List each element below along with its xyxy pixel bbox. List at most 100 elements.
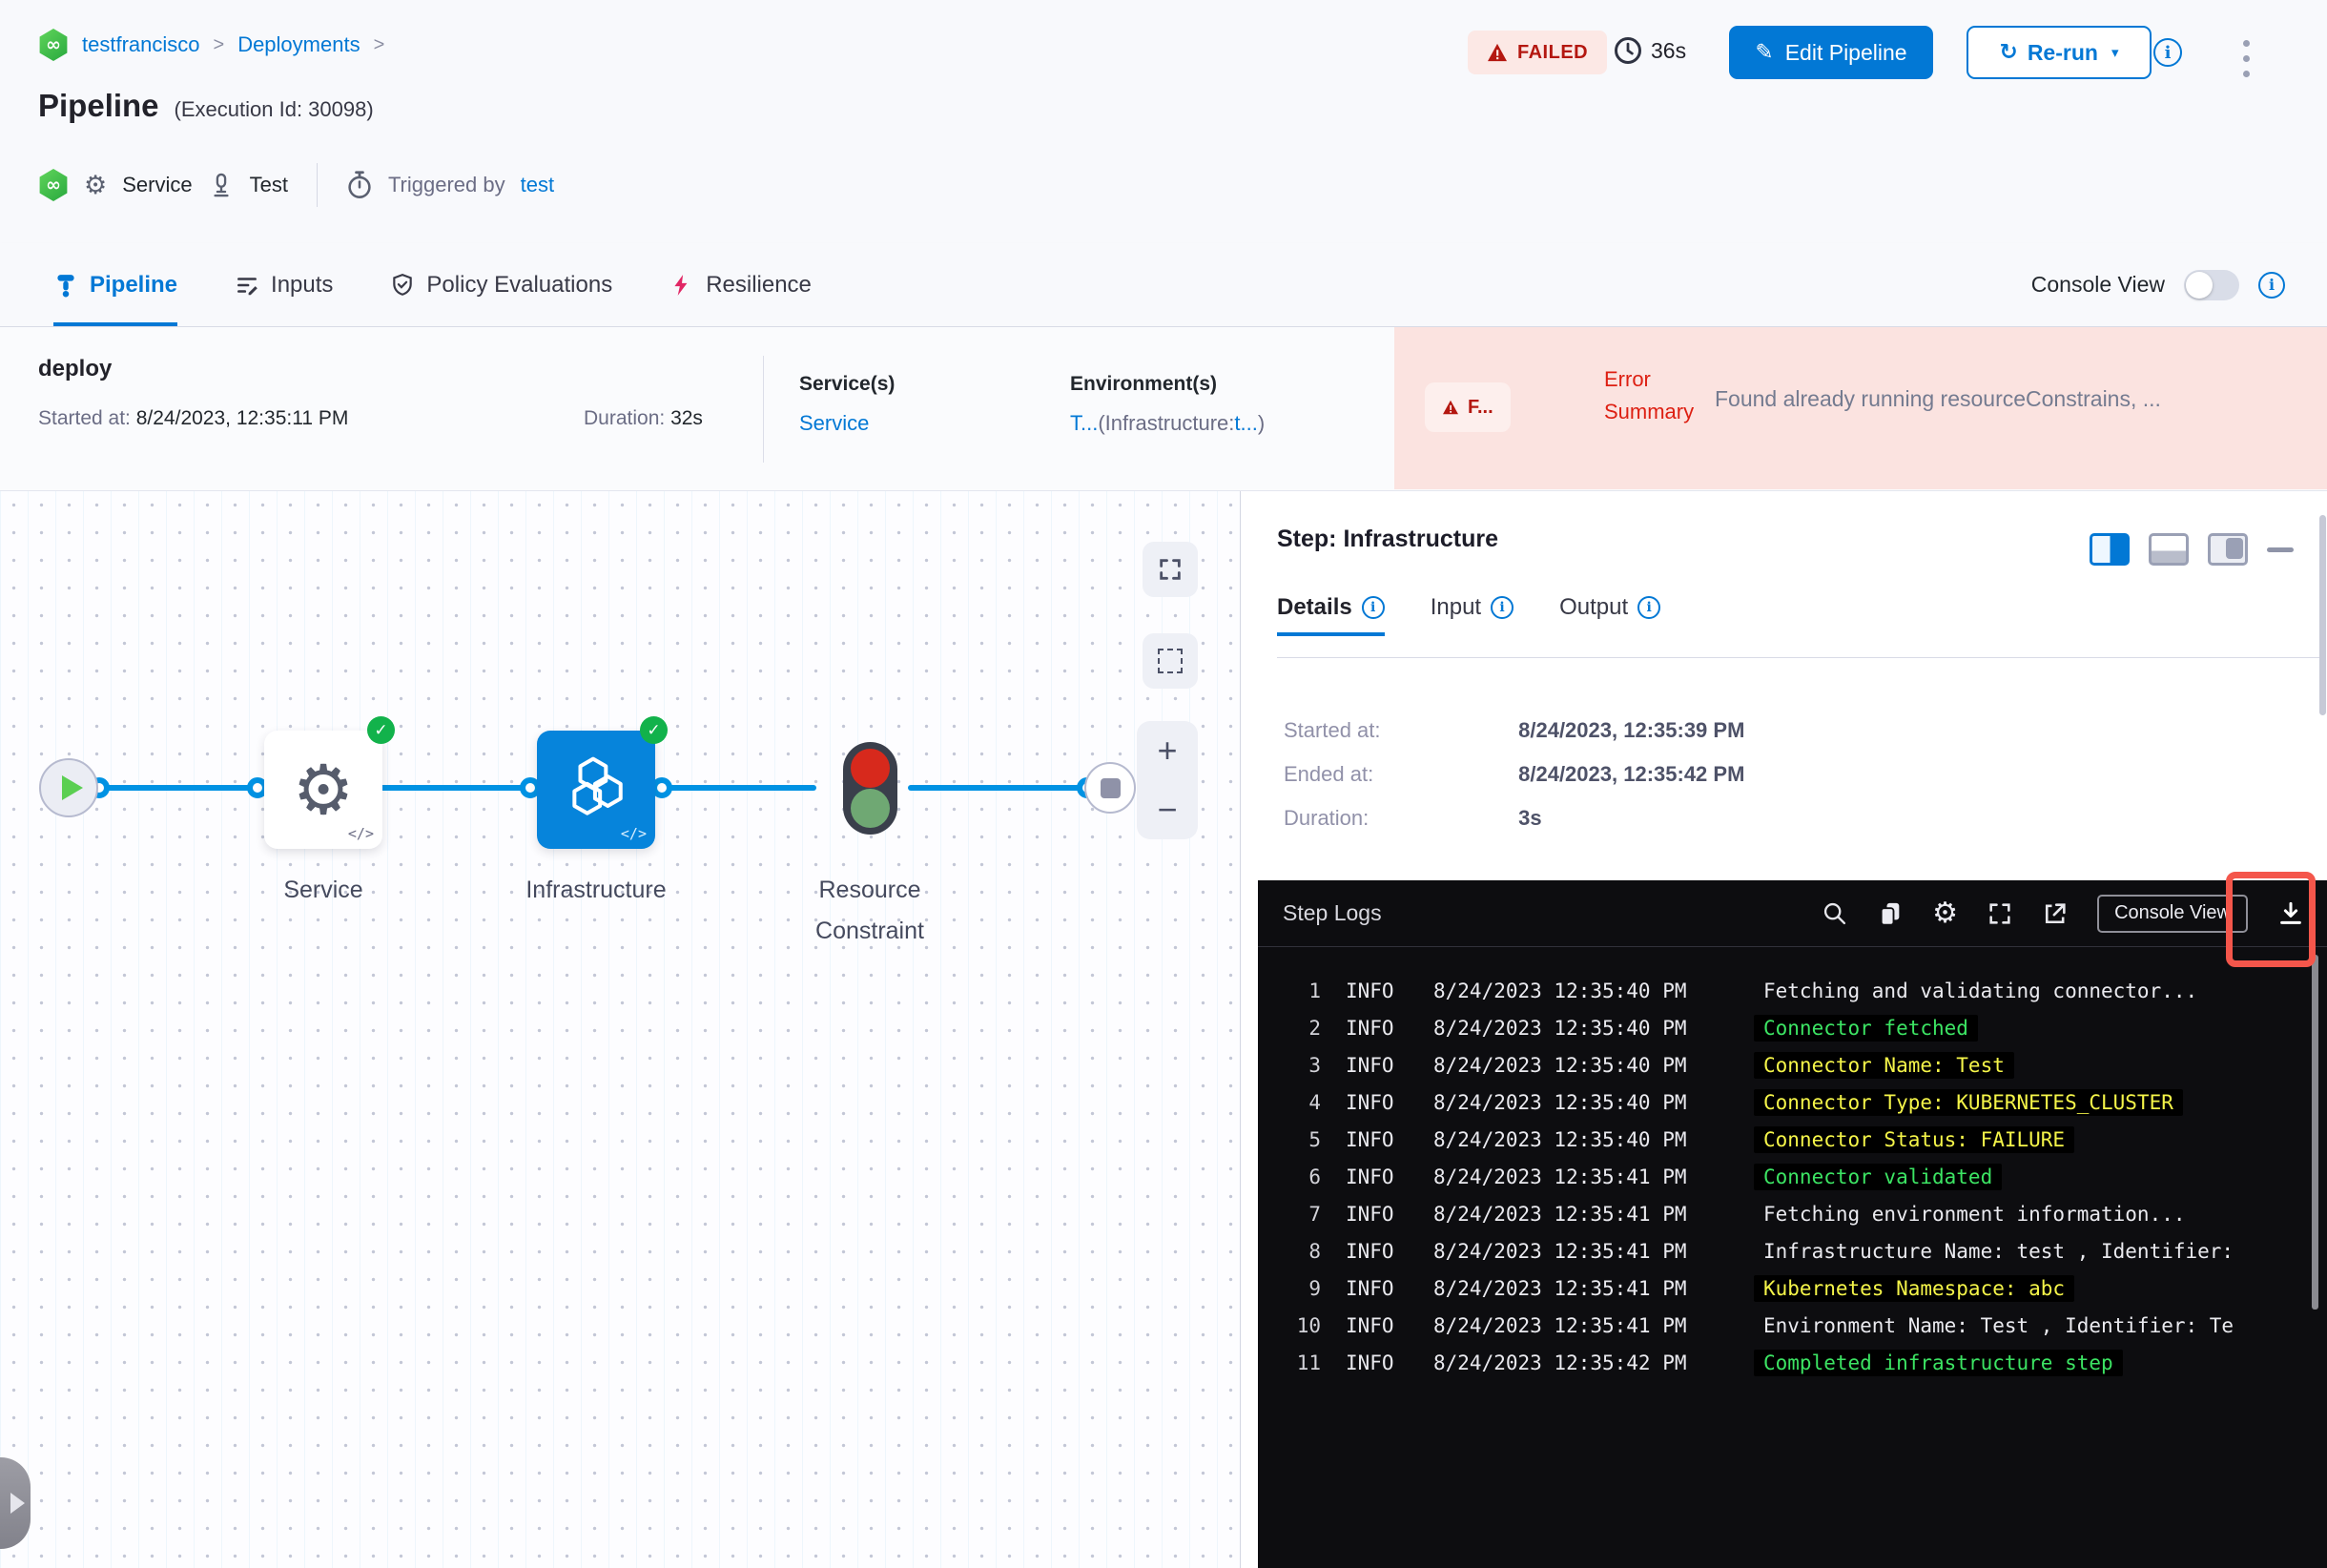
trigger-user-link[interactable]: test bbox=[521, 173, 554, 197]
error-summary-label: Error Summary bbox=[1604, 367, 1695, 424]
tab-inputs[interactable]: Inputs bbox=[235, 243, 333, 326]
zoom-in-button[interactable]: + bbox=[1157, 733, 1177, 768]
page-title: Pipeline bbox=[38, 88, 159, 123]
node-service[interactable]: ⚙ ✓ </> bbox=[264, 716, 395, 849]
tab-details[interactable]: Details i bbox=[1277, 583, 1385, 636]
console-view-info-icon[interactable]: i bbox=[2258, 271, 2285, 299]
environments-label: Environment(s) bbox=[1070, 373, 1218, 395]
log-row: 8 INFO 8/24/2023 12:35:41 PM Infrastructure… bbox=[1283, 1232, 2327, 1269]
tab-resilience[interactable]: Resilience bbox=[669, 243, 812, 326]
input-info-icon[interactable]: i bbox=[1491, 596, 1514, 619]
detail-row: Duration: 3s bbox=[1284, 806, 1542, 831]
log-row: 7 INFO 8/24/2023 12:35:41 PM Fetching envir… bbox=[1283, 1195, 2327, 1232]
log-row: 6 INFO 8/24/2023 12:35:41 PM Connector vali… bbox=[1283, 1158, 2327, 1195]
panel-scrollbar[interactable] bbox=[2319, 515, 2326, 715]
view-tabbar: Pipeline Inputs Policy Evaluations Resil… bbox=[0, 243, 2327, 327]
rerun-button[interactable]: ↻ Re-run ▾ bbox=[1967, 26, 2152, 79]
success-check-icon: ✓ bbox=[367, 716, 395, 744]
log-timestamp: 8/24/2023 12:35:41 PM bbox=[1433, 1202, 1687, 1226]
expand-logs-button[interactable] bbox=[1987, 900, 2013, 927]
more-options-menu[interactable] bbox=[2239, 36, 2254, 81]
fit-to-screen-button[interactable] bbox=[1143, 542, 1198, 597]
zoom-out-button[interactable]: − bbox=[1157, 793, 1177, 827]
log-message: Connector Status: FAILURE bbox=[1754, 1125, 2075, 1153]
page-header: ∞ testfrancisco > Deployments > FAILED 3… bbox=[0, 0, 2327, 327]
log-timestamp: 8/24/2023 12:35:40 PM bbox=[1433, 1053, 1687, 1077]
divider bbox=[763, 356, 764, 463]
node-infrastructure-label: Infrastructure bbox=[525, 877, 667, 903]
layout-horizontal-split-icon[interactable] bbox=[2149, 533, 2189, 566]
external-link-icon bbox=[2046, 902, 2066, 923]
fullscreen-icon bbox=[1160, 559, 1181, 580]
elapsed-time: 36s bbox=[1614, 36, 1686, 65]
breadcrumb-project-link[interactable]: testfrancisco bbox=[82, 32, 200, 57]
log-message: Kubernetes Namespace: abc bbox=[1754, 1274, 2075, 1302]
infrastructure-link[interactable]: t... bbox=[1234, 411, 1257, 435]
services-block: Service(s) Service bbox=[799, 373, 895, 436]
copy-logs-button[interactable] bbox=[1877, 900, 1904, 927]
gear-icon: ⚙ bbox=[292, 750, 355, 830]
traffic-light-red bbox=[851, 749, 890, 788]
edit-pipeline-button[interactable]: ✎ Edit Pipeline bbox=[1729, 26, 1933, 79]
pipeline-start-node[interactable] bbox=[39, 758, 98, 817]
download-logs-button[interactable] bbox=[2276, 899, 2305, 928]
log-level: INFO bbox=[1346, 1202, 1394, 1226]
breadcrumb-separator: > bbox=[213, 33, 225, 55]
node-infrastructure[interactable]: ✓ </> bbox=[537, 716, 668, 849]
service-link[interactable]: Service bbox=[799, 411, 869, 435]
tab-output[interactable]: Output i bbox=[1559, 583, 1661, 636]
details-info-icon[interactable]: i bbox=[1361, 596, 1385, 619]
layout-right-drawer-icon[interactable] bbox=[2208, 533, 2248, 566]
detail-label: Duration: bbox=[1284, 806, 1369, 830]
warning-triangle-icon bbox=[1488, 43, 1507, 62]
log-timestamp: 8/24/2023 12:35:42 PM bbox=[1433, 1351, 1687, 1374]
output-info-icon[interactable]: i bbox=[1637, 596, 1661, 619]
error-summary-strip: F... Error Summary Found already running… bbox=[1394, 327, 2327, 489]
duration-label: Duration: bbox=[584, 407, 666, 429]
tab-input[interactable]: Input i bbox=[1431, 583, 1514, 636]
log-line-number: 6 bbox=[1308, 1165, 1321, 1188]
warning-triangle-icon bbox=[1443, 400, 1458, 415]
log-message: Fetching environment information... bbox=[1763, 1202, 2186, 1226]
pipeline-end-node[interactable] bbox=[1084, 762, 1136, 814]
breadcrumb-deployments-link[interactable]: Deployments bbox=[237, 32, 360, 57]
node-service-label: Service bbox=[283, 877, 363, 903]
failed-chip: F... bbox=[1425, 382, 1511, 432]
tab-details-label: Details bbox=[1277, 594, 1352, 620]
failed-chip-label: F... bbox=[1468, 396, 1493, 418]
minimize-panel-icon[interactable] bbox=[2267, 547, 2294, 552]
pipeline-graph-canvas[interactable]: ⚙ ✓ </> Service ✓ </> Infrastructure Res… bbox=[0, 491, 1240, 1568]
console-view-button[interactable]: Console View bbox=[2097, 894, 2248, 933]
step-details-panel: Step: Infrastructure Details i Input i O… bbox=[1240, 491, 2327, 1568]
log-settings-button[interactable]: ⚙ bbox=[1932, 898, 1958, 928]
environment-link[interactable]: T... bbox=[1070, 411, 1098, 435]
gear-icon: ⚙ bbox=[84, 170, 108, 200]
console-view-toggle[interactable] bbox=[2184, 269, 2239, 300]
search-logs-button[interactable] bbox=[1822, 900, 1848, 927]
edit-pipeline-label: Edit Pipeline bbox=[1784, 39, 1907, 65]
node-resource-constraint[interactable] bbox=[843, 742, 897, 835]
log-timestamp: 8/24/2023 12:35:40 PM bbox=[1433, 979, 1687, 1002]
open-in-new-button[interactable] bbox=[2042, 900, 2069, 927]
rerun-info-icon[interactable]: i bbox=[2153, 38, 2182, 67]
log-message: Environment Name: Test , Identifier: Te bbox=[1763, 1313, 2234, 1337]
log-line-number: 4 bbox=[1308, 1090, 1321, 1114]
resilience-icon bbox=[674, 274, 688, 296]
divider bbox=[316, 163, 318, 207]
started-at-value: 8/24/2023, 12:35:11 PM bbox=[135, 407, 349, 429]
log-level: INFO bbox=[1346, 1351, 1394, 1374]
layout-vertical-split-icon[interactable] bbox=[2090, 533, 2130, 566]
stage-name[interactable]: deploy bbox=[38, 356, 112, 382]
log-timestamp: 8/24/2023 12:35:41 PM bbox=[1433, 1313, 1687, 1337]
log-scrollbar[interactable] bbox=[2312, 955, 2318, 1310]
log-line-number: 1 bbox=[1308, 979, 1321, 1002]
tab-pipeline[interactable]: Pipeline bbox=[53, 243, 178, 326]
triggered-by-label: Triggered by bbox=[387, 173, 505, 196]
clock-icon bbox=[1615, 37, 1641, 64]
tab-policy-evaluations[interactable]: Policy Evaluations bbox=[390, 243, 612, 326]
inputs-icon bbox=[237, 277, 257, 295]
canvas-nav-handle[interactable] bbox=[0, 1457, 31, 1549]
copy-icon bbox=[1880, 902, 1900, 926]
stage-summary-bar: deploy Started at: 8/24/2023, 12:35:11 P… bbox=[0, 327, 2327, 491]
multi-select-button[interactable] bbox=[1143, 633, 1198, 689]
